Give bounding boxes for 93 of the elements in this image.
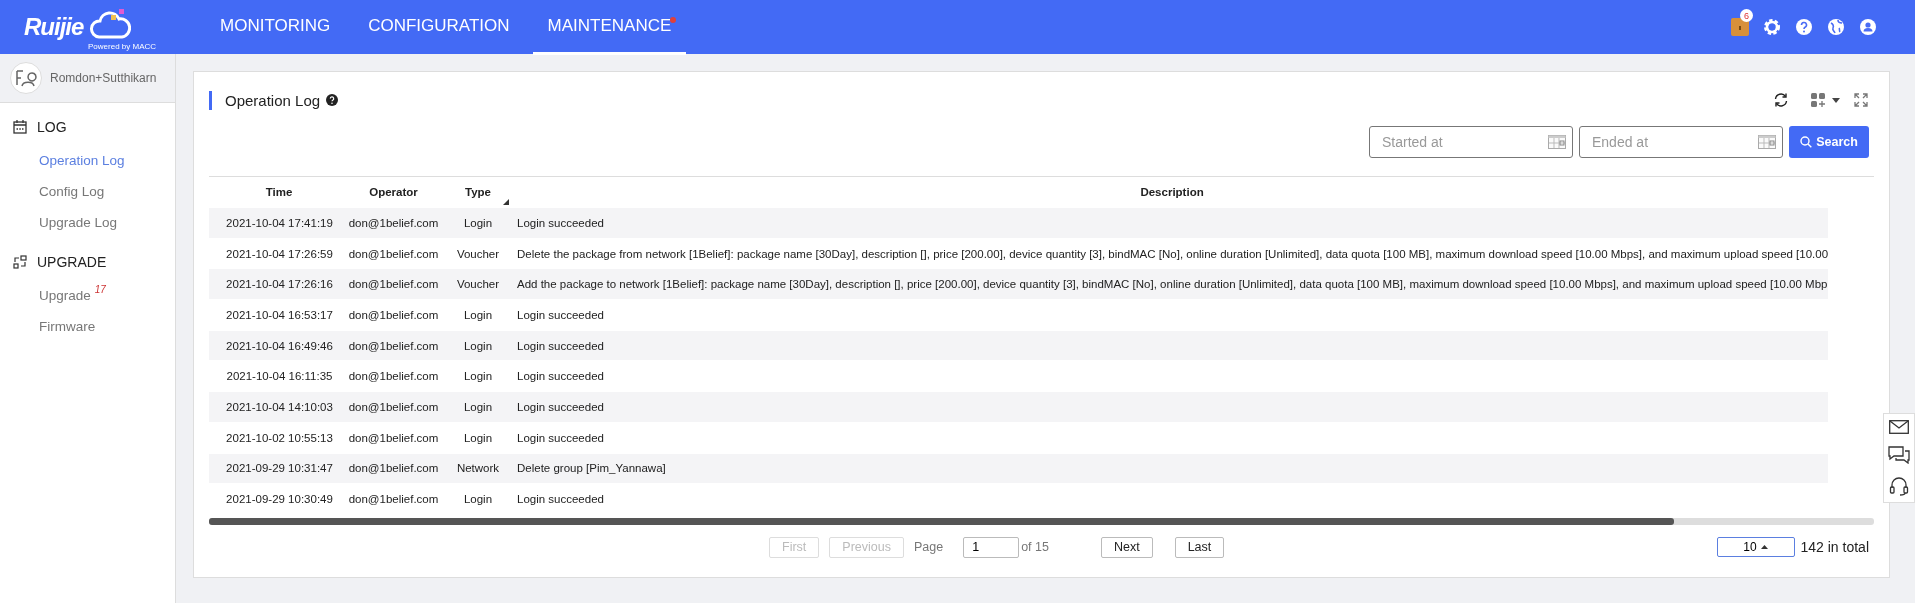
sort-icon[interactable] xyxy=(503,199,509,205)
user-icon[interactable] xyxy=(1859,18,1877,36)
type-cell: Login xyxy=(463,370,493,383)
page-label: Page xyxy=(913,540,944,555)
title-accent-bar xyxy=(209,90,212,110)
time-cell: 2021-10-04 16:53:17 xyxy=(226,308,333,321)
time-cell: 2021-10-04 14:10:03 xyxy=(226,400,333,413)
operator-cell: don@1belief.com xyxy=(348,462,439,475)
operator-cell: don@1belief.com xyxy=(348,216,439,229)
last-page-button[interactable]: Last xyxy=(1174,536,1225,558)
headset-icon[interactable] xyxy=(1889,476,1909,496)
type-cell: Login xyxy=(463,308,493,321)
nav-tab[interactable]: MAINTENANCE xyxy=(532,0,687,55)
time-cell: 2021-10-04 16:11:35 xyxy=(226,370,333,383)
cloud-icon xyxy=(89,9,132,41)
menu-group-title[interactable]: LOG xyxy=(37,119,67,135)
refresh-icon[interactable] xyxy=(1773,92,1789,108)
description-cell: Login succeeded xyxy=(517,400,604,413)
time-cell: 2021-10-02 10:55:13 xyxy=(226,431,333,444)
time-cell: 2021-10-04 17:26:59 xyxy=(226,247,333,260)
operator-cell: don@1belief.com xyxy=(348,400,439,413)
operator-cell: don@1belief.com xyxy=(348,308,439,321)
column-header[interactable]: Description xyxy=(1140,186,1204,198)
description-cell: Login succeeded xyxy=(517,308,604,321)
description-cell: Delete the package from network [1Belief]: package name [30Day], description [], price [200.00], device quantity [3], bindMAC [No], online duration [Unlimited], data quota [100 MB], maximum download speed [10.00 Mbps], and maximum upload speed [10.00 xyxy=(517,247,1829,260)
menu-item[interactable]: Upgrade xyxy=(39,288,91,303)
page-size-select[interactable]: 10 xyxy=(1716,537,1795,558)
calendar-icon xyxy=(13,120,27,134)
account-name[interactable]: Romdon+Sutthikarn xyxy=(50,71,157,85)
menu-item[interactable]: Firmware xyxy=(39,319,96,334)
date-field[interactable]: Started at xyxy=(1369,126,1573,158)
operator-cell: don@1belief.com xyxy=(348,370,439,383)
nav-tab[interactable]: CONFIGURATION xyxy=(353,0,525,55)
description-cell: Login succeeded xyxy=(517,216,604,229)
type-cell: Login xyxy=(463,216,493,229)
time-cell: 2021-09-29 10:30:49 xyxy=(226,493,333,506)
total-count: 142 in total xyxy=(1800,539,1869,556)
page-number-field[interactable]: 1 xyxy=(963,536,1020,558)
operator-cell: don@1belief.com xyxy=(348,278,439,291)
description-cell: Add the package to network [1Belief]: package name [30Day], description [], price [200.00], device quantity [3], bindMAC [No], online duration [Unlimited], data quota [100 MB], maximum download speed [10.00 Mbps], and maximum upload speed [10.00 Mbp xyxy=(517,278,1828,291)
time-cell: 2021-10-04 16:49:46 xyxy=(226,339,333,352)
description-cell: Login succeeded xyxy=(517,339,604,352)
operator-cell: don@1belief.com xyxy=(348,247,439,260)
type-cell: Voucher xyxy=(456,278,500,291)
search-icon xyxy=(1800,136,1813,148)
operator-cell: don@1belief.com xyxy=(348,493,439,506)
alert-icon[interactable] xyxy=(1731,18,1749,36)
avatar-icon xyxy=(10,62,42,94)
help-icon[interactable] xyxy=(326,94,339,106)
notification-badge: 6 xyxy=(1740,9,1753,22)
calendar-icon xyxy=(1758,135,1776,149)
description-cell: Login succeeded xyxy=(517,493,604,506)
mail-icon[interactable] xyxy=(1889,420,1909,434)
date-field[interactable]: Ended at xyxy=(1579,126,1783,158)
type-cell: Login xyxy=(463,493,493,506)
fullscreen-icon[interactable] xyxy=(1854,93,1868,107)
description-cell: Login succeeded xyxy=(517,370,604,383)
update-count: 17 xyxy=(94,284,106,295)
add-widget-icon[interactable] xyxy=(1811,92,1826,108)
sync-boxes-icon xyxy=(13,255,27,269)
column-header[interactable]: Time xyxy=(265,186,293,198)
menu-item[interactable]: Config Log xyxy=(39,184,105,199)
next-page-button[interactable]: Next xyxy=(1100,536,1153,558)
column-header[interactable]: Type xyxy=(465,186,491,198)
calendar-icon xyxy=(1548,135,1566,149)
menu-item[interactable]: Upgrade Log xyxy=(39,215,118,230)
logo-wordmark: Ruijie xyxy=(24,13,84,41)
menu-item[interactable]: Operation Log xyxy=(39,153,125,168)
logo-tagline: Powered by MACC xyxy=(88,42,157,51)
search-button[interactable]: Search xyxy=(1789,126,1869,158)
type-cell: Login xyxy=(463,339,493,352)
caret-icon xyxy=(1760,545,1768,550)
settings-icon[interactable] xyxy=(1763,18,1781,36)
menu-group-title[interactable]: UPGRADE xyxy=(37,254,107,270)
panel-title: Operation Log xyxy=(225,91,321,109)
operator-cell: don@1belief.com xyxy=(348,431,439,444)
description-cell: Login succeeded xyxy=(517,431,604,444)
time-cell: 2021-09-29 10:31:47 xyxy=(226,462,333,475)
type-cell: Network xyxy=(456,462,500,475)
time-cell: 2021-10-04 17:26:16 xyxy=(226,278,333,291)
time-cell: 2021-10-04 17:41:19 xyxy=(226,216,333,229)
type-cell: Login xyxy=(463,400,493,413)
type-cell: Login xyxy=(463,431,493,444)
globe-icon[interactable] xyxy=(1827,18,1845,36)
operator-cell: don@1belief.com xyxy=(348,339,439,352)
caret-icon[interactable] xyxy=(1832,97,1840,103)
page-count: of 15 xyxy=(1021,540,1049,555)
column-header[interactable]: Operator xyxy=(369,186,418,198)
type-cell: Voucher xyxy=(456,247,500,260)
description-cell: Delete group [Pim_Yannawa] xyxy=(517,462,666,475)
horizontal-scrollbar[interactable] xyxy=(209,517,1874,525)
nav-tab[interactable]: MONITORING xyxy=(205,0,346,55)
chat-icon[interactable] xyxy=(1888,446,1910,464)
